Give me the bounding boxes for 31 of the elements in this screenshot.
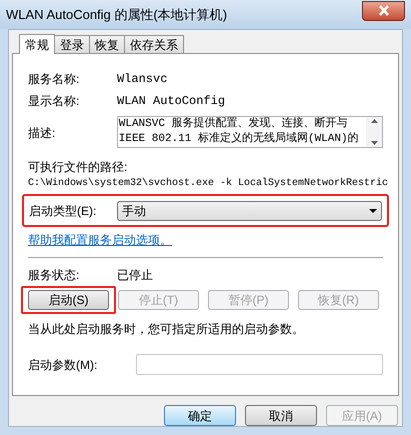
description-line: IEEE 802.11 标准定义的无线局域网(WLAN)的 xyxy=(118,132,360,147)
field-label: 可执行文件的路径: xyxy=(28,159,128,176)
dialog-button[interactable]: 确定 xyxy=(164,405,236,426)
scroll-up-icon[interactable] xyxy=(370,119,378,123)
tab[interactable]: 登录 xyxy=(54,35,90,53)
startup-type-dropdown[interactable]: 手动 xyxy=(117,200,382,220)
field-label: 启动参数(M): xyxy=(28,356,98,374)
scrollbar[interactable] xyxy=(366,117,382,147)
help-link[interactable]: 帮助我配置服务启动选项。 xyxy=(28,231,172,249)
window-title: WLAN AutoConfig 的属性(本地计算机) xyxy=(6,6,228,24)
tab[interactable]: 恢复 xyxy=(89,35,125,53)
field-label: 描述: xyxy=(28,125,56,142)
dropdown-arrow-icon xyxy=(369,208,377,212)
field-value: WLAN AutoConfig xyxy=(117,93,226,110)
status-value: 已停止 xyxy=(117,267,153,284)
close-button[interactable] xyxy=(362,0,405,20)
field-label: 服务名称: xyxy=(28,71,80,88)
start-parameters-field[interactable] xyxy=(136,354,383,375)
field-label: 显示名称: xyxy=(28,93,80,110)
service-button[interactable]: 启动(S) xyxy=(28,290,109,310)
description-line: WLANSVC 服务提供配置、发现、连接、断开与 xyxy=(118,117,349,132)
tab[interactable]: 常规 xyxy=(19,34,55,54)
dialog-button[interactable]: 取消 xyxy=(245,405,317,426)
tab[interactable]: 依存关系 xyxy=(124,35,184,53)
hint-text: 当从此处启动服务时，您可指定所适用的启动参数。 xyxy=(28,321,305,338)
scroll-down-icon[interactable] xyxy=(370,141,378,145)
field-value: Wlansvc xyxy=(117,71,168,88)
field-label: 启动类型(E): xyxy=(29,202,98,220)
path-text: C:\Windows\system32\svchost.exe -k LocalSystemNetworkRestric xyxy=(28,176,388,191)
close-icon xyxy=(378,5,390,16)
field-label: 服务状态: xyxy=(28,267,80,284)
